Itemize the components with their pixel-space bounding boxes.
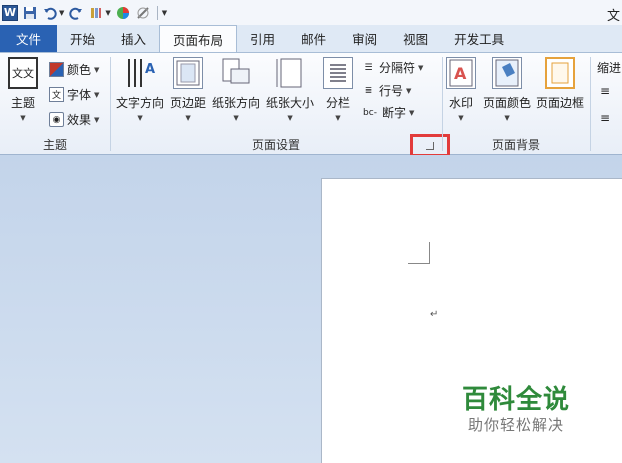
chevron-down-icon: ▼: [94, 65, 100, 74]
toolbar-separator: [156, 5, 158, 20]
margins-button[interactable]: 页边距 ▼: [170, 57, 206, 122]
text-direction-icon: A: [125, 57, 155, 89]
chevron-down-icon: ▼: [406, 86, 412, 95]
breaks-button[interactable]: ☰ 分隔符 ▼: [361, 59, 423, 76]
page-setup-group-label: 页面设置: [251, 138, 300, 152]
columns-icon: [323, 57, 353, 89]
tab-mailings[interactable]: 邮件: [288, 25, 339, 52]
tab-home[interactable]: 开始: [57, 25, 108, 52]
format-painter-icon[interactable]: [88, 5, 104, 21]
colors-label: 颜色: [67, 63, 92, 77]
themes-button[interactable]: 文文 主题 ▼: [8, 57, 38, 122]
themes-icon: 文文: [8, 57, 38, 89]
theme-fonts-button[interactable]: 文 字体 ▼: [49, 86, 99, 103]
fonts-label: 字体: [67, 88, 92, 102]
tab-file[interactable]: 文件: [0, 25, 57, 52]
svg-text:A: A: [454, 64, 467, 83]
tab-references[interactable]: 引用: [237, 25, 288, 52]
undo-dropdown-icon[interactable]: ▼: [59, 9, 64, 17]
document-page[interactable]: ↵ 百科全说 助你轻松解决: [321, 178, 622, 463]
group-divider: [590, 57, 591, 151]
tab-insert[interactable]: 插入: [108, 25, 159, 52]
effects-label: 效果: [67, 113, 92, 127]
customize-toolbar-icon[interactable]: ▼: [162, 9, 167, 17]
hyphenation-icon: bc-: [363, 107, 377, 118]
ribbon: 文文 主题 ▼ 颜色 ▼ 文 字体 ▼ ◉ 效果 ▼ 主题 A 文字方向 ▼ 页…: [0, 52, 622, 157]
orientation-icon: [221, 57, 251, 89]
colors-icon: [49, 62, 64, 77]
line-numbers-button[interactable]: ≣ 行号 ▼: [361, 82, 412, 99]
effects-icon: ◉: [49, 112, 64, 127]
tab-page-layout[interactable]: 页面布局: [159, 25, 238, 52]
chevron-down-icon: ▼: [185, 114, 191, 122]
chevron-down-icon: ▼: [20, 114, 26, 122]
page-size-icon: [275, 57, 305, 89]
page-color-label: 页面颜色: [483, 96, 532, 110]
redo-icon[interactable]: [68, 5, 84, 21]
chevron-down-icon: ▼: [94, 115, 100, 124]
svg-text:A: A: [145, 62, 155, 77]
watermark-button[interactable]: A 水印 ▼: [446, 57, 476, 122]
format-dropdown-icon[interactable]: ▼: [105, 9, 110, 17]
breaks-icon: ☰: [364, 62, 373, 73]
chevron-down-icon: ▼: [335, 114, 341, 122]
page-background-group-label: 页面背景: [491, 138, 540, 152]
chevron-down-icon: ▼: [418, 63, 424, 72]
chevron-down-icon: ▼: [409, 108, 415, 117]
page-borders-label: 页面边框: [536, 96, 585, 110]
window-title: 文: [606, 9, 620, 24]
line-numbers-label: 行号: [379, 84, 404, 98]
save-icon[interactable]: [22, 5, 38, 21]
line-numbers-icon: ≣: [364, 85, 373, 96]
quick-access-toolbar: W ▼ ▼ ▼ 文: [0, 0, 622, 25]
text-direction-label: 文字方向: [116, 96, 165, 110]
indent-right-icon[interactable]: ≡: [600, 111, 610, 125]
chevron-down-icon: ▼: [504, 114, 510, 122]
theme-effects-button[interactable]: ◉ 效果 ▼: [49, 111, 99, 128]
page-borders-button[interactable]: 页面边框: [536, 57, 584, 111]
word-logo-icon[interactable]: W: [2, 4, 18, 21]
fonts-icon: 文: [49, 87, 64, 102]
margins-icon: [173, 57, 203, 89]
paragraph-mark: ↵: [430, 309, 439, 320]
chevron-down-icon: ▼: [233, 114, 239, 122]
chevron-down-icon: ▼: [287, 114, 293, 122]
breaks-label: 分隔符: [379, 61, 416, 75]
hyphenation-label: 断字: [382, 106, 407, 120]
watermark-label: 水印: [448, 96, 473, 110]
margins-label: 页边距: [170, 96, 207, 110]
margin-corner-mark: [408, 242, 430, 264]
columns-button[interactable]: 分栏 ▼: [323, 57, 353, 122]
launcher-icon: [426, 141, 434, 150]
page-color-button[interactable]: 页面颜色 ▼: [483, 57, 531, 122]
color-wheel-icon[interactable]: [115, 5, 131, 21]
watermark-subtitle: 助你轻松解决: [468, 416, 565, 434]
chevron-down-icon: ▼: [458, 114, 464, 122]
indent-label: 缩进: [597, 61, 622, 75]
text-direction-button[interactable]: A 文字方向 ▼: [116, 57, 164, 122]
watermark-title: 百科全说: [462, 385, 571, 415]
indent-left-icon[interactable]: ≡: [600, 84, 610, 98]
theme-colors-button[interactable]: 颜色 ▼: [49, 61, 99, 78]
tab-view[interactable]: 视图: [390, 25, 441, 52]
page-borders-icon: [545, 57, 575, 89]
ribbon-tabs: 文件 开始 插入 页面布局 引用 邮件 审阅 视图 开发工具: [0, 25, 622, 52]
tab-developer[interactable]: 开发工具: [441, 25, 517, 52]
page-size-button[interactable]: 纸张大小 ▼: [266, 57, 314, 122]
chevron-down-icon: ▼: [94, 90, 100, 99]
chevron-down-icon: ▼: [137, 114, 143, 122]
orientation-button[interactable]: 纸张方向 ▼: [212, 57, 260, 122]
page-size-label: 纸张大小: [266, 96, 315, 110]
document-area: ↵ 百科全说 助你轻松解决: [0, 155, 622, 463]
pen-icon[interactable]: [135, 5, 151, 21]
tab-review[interactable]: 审阅: [339, 25, 390, 52]
columns-label: 分栏: [325, 96, 350, 110]
orientation-label: 纸张方向: [212, 96, 261, 110]
page-color-icon: [492, 57, 522, 89]
watermark-icon: A: [446, 57, 476, 89]
themes-label: 主题: [10, 96, 35, 110]
theme-group-label: 主题: [42, 138, 67, 152]
undo-icon[interactable]: [42, 5, 58, 21]
hyphenation-button[interactable]: bc- 断字 ▼: [361, 104, 414, 121]
